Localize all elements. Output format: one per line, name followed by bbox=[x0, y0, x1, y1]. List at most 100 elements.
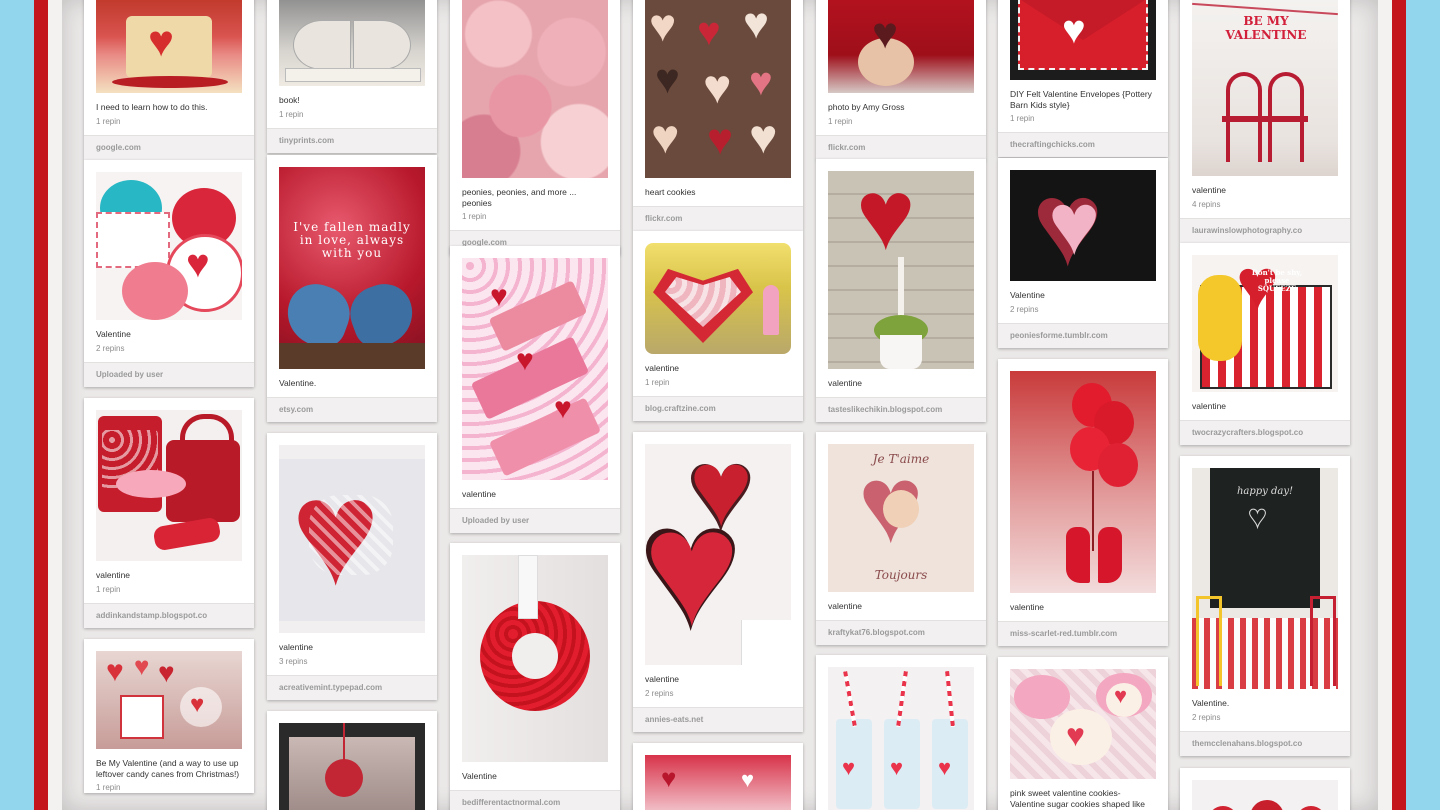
pin-description: photo by Amy Gross bbox=[828, 102, 905, 112]
pin-source-link[interactable]: laurawinslowphotography.co bbox=[1180, 217, 1350, 243]
pin-source-link[interactable]: peoniesforme.tumblr.com bbox=[998, 322, 1168, 348]
pin-description: book! bbox=[279, 95, 300, 105]
pin-source-link[interactable]: flickr.com bbox=[633, 205, 803, 231]
pin-description: Valentine bbox=[96, 329, 131, 339]
pin-description: pink sweet valentine cookies- Valentine … bbox=[1010, 788, 1145, 810]
pin-image[interactable]: ♥ Don't be shy, please SQUEEZE bbox=[1192, 255, 1338, 392]
pin-description: Valentine bbox=[1010, 290, 1045, 300]
pin-card[interactable]: peonies, peonies, and more ... peonies 1… bbox=[450, 0, 620, 255]
pin-description: valentine bbox=[1010, 602, 1045, 612]
pin-source-link[interactable]: tasteslikechikin.blogspot.com bbox=[816, 396, 986, 422]
pin-source-link[interactable]: tinyprints.com bbox=[267, 127, 437, 153]
pin-card[interactable]: ♥ ♥ ♥ ♥ Be My Valentine (and a way to us… bbox=[84, 639, 254, 793]
pin-repin-count: 2 repins bbox=[645, 688, 674, 698]
pin-image[interactable]: ♥ bbox=[96, 0, 242, 93]
pin-card[interactable]: ♥ ♥ ♥ valentine Uploaded by user bbox=[450, 246, 620, 533]
pin-image[interactable]: happy day! ♥ bbox=[1192, 468, 1338, 689]
pin-repin-count: 1 repin bbox=[96, 116, 121, 126]
pin-card[interactable]: ♥ ♥ ♥ bbox=[816, 655, 986, 810]
pin-source-link[interactable]: etsy.com bbox=[267, 396, 437, 422]
pin-image[interactable] bbox=[96, 410, 242, 561]
pin-image[interactable] bbox=[1192, 780, 1338, 810]
pin-image[interactable]: ♥ ♥ ♥ ♥ bbox=[645, 444, 791, 665]
pin-source-link[interactable]: Uploaded by user bbox=[450, 507, 620, 533]
pin-card[interactable]: ♥ ♥ ♥ ♥ valentine 2 repins annies-eats.n… bbox=[633, 432, 803, 732]
pin-description: valentine bbox=[279, 642, 314, 652]
card-text: Don't be shy, please SQUEEZE bbox=[1251, 268, 1303, 293]
pin-repin-count: 1 repin bbox=[96, 783, 121, 792]
pin-card[interactable]: I've fallen madly in love, always with y… bbox=[267, 155, 437, 422]
pin-source-link[interactable]: bedifferentactnormal.com bbox=[450, 789, 620, 810]
pin-description: Be My Valentine (and a way to use up lef… bbox=[96, 758, 240, 779]
pin-image[interactable]: ♥ bbox=[279, 445, 425, 633]
pin-image[interactable]: BE MY VALENTINE bbox=[1192, 0, 1338, 176]
pin-description: valentine bbox=[828, 601, 863, 611]
pin-image[interactable]: ♥ ♥ bbox=[645, 755, 791, 810]
pin-card[interactable]: ♥ photo by Amy Gross 1 repin flickr.com bbox=[816, 0, 986, 160]
pin-image[interactable] bbox=[279, 723, 425, 810]
pin-image[interactable]: ♥ bbox=[828, 171, 974, 369]
pin-card[interactable] bbox=[267, 711, 437, 810]
pin-image[interactable]: ♥ ♥ ♥ bbox=[828, 667, 974, 810]
pin-source-link[interactable]: twocrazycrafters.blogspot.co bbox=[1180, 419, 1350, 445]
pin-image[interactable]: I've fallen madly in love, always with y… bbox=[279, 167, 425, 369]
pin-source-link[interactable]: miss-scarlet-red.tumblr.com bbox=[998, 620, 1168, 646]
pin-description: heart cookies bbox=[645, 187, 696, 197]
pin-description: I need to learn how to do this. bbox=[96, 102, 208, 112]
painting-text: I've fallen madly in love, always with y… bbox=[293, 220, 411, 260]
pin-card[interactable]: ♥ ♥ Valentine 2 repins peoniesforme.tumb… bbox=[998, 158, 1168, 348]
pin-image[interactable] bbox=[279, 0, 425, 86]
banner-text: BE MY VALENTINE bbox=[1225, 14, 1307, 42]
pin-source-link[interactable]: addinkandstamp.blogspot.co bbox=[84, 602, 254, 628]
pin-description: valentine bbox=[462, 489, 497, 499]
pin-card[interactable]: ♥ ♥ pink sweet valentine cookies- Valent… bbox=[998, 657, 1168, 810]
pin-card[interactable]: valentine 1 repin addinkandstamp.blogspo… bbox=[84, 398, 254, 628]
pin-source-link[interactable]: blog.craftzine.com bbox=[633, 395, 803, 421]
pin-repin-count: 2 repins bbox=[96, 343, 125, 353]
pin-image[interactable]: ♥ ♥ ♥ ♥ ♥ ♥ ♥ ♥ ♥ bbox=[645, 0, 791, 178]
pin-image[interactable]: ♥ ♥ bbox=[1010, 170, 1156, 281]
pin-card[interactable]: ♥ valentine 3 repins acreativemint.typep… bbox=[267, 433, 437, 700]
pin-repin-count: 1 repin bbox=[1010, 114, 1035, 123]
pin-card[interactable] bbox=[1180, 768, 1350, 810]
pin-card[interactable]: ♥ I need to learn how to do this. 1 repi… bbox=[84, 0, 254, 160]
pin-repin-count: 1 repin bbox=[645, 377, 670, 387]
pin-card[interactable]: BE MY VALENTINE valentine 4 repins laura… bbox=[1180, 0, 1350, 243]
pin-image[interactable] bbox=[1010, 371, 1156, 593]
pin-card[interactable]: ♥ ♥ bbox=[633, 743, 803, 810]
pin-card[interactable]: ♥ Don't be shy, please SQUEEZE valentine… bbox=[1180, 243, 1350, 445]
pin-source-link[interactable]: thecraftingchicks.com bbox=[998, 132, 1168, 157]
pin-image[interactable] bbox=[645, 243, 791, 354]
chalkboard-text: happy day! bbox=[1236, 486, 1294, 497]
pin-card[interactable]: ♥ DIY Felt Valentine Envelopes {Pottery … bbox=[998, 0, 1168, 157]
pin-card[interactable]: Je T'aime ♥ Toujours valentine kraftykat… bbox=[816, 432, 986, 645]
pin-description: Valentine. bbox=[279, 378, 317, 388]
pin-repin-count: 1 repin bbox=[828, 116, 853, 126]
pin-image[interactable] bbox=[462, 0, 608, 178]
pin-image[interactable]: ♥ bbox=[1010, 0, 1156, 80]
pin-image[interactable]: ♥ ♥ ♥ ♥ bbox=[96, 651, 242, 749]
pin-image[interactable]: ♥ ♥ bbox=[1010, 669, 1156, 779]
pin-card[interactable]: valentine miss-scarlet-red.tumblr.com bbox=[998, 359, 1168, 646]
pin-image[interactable]: Je T'aime ♥ Toujours bbox=[828, 444, 974, 592]
pin-source-link[interactable]: flickr.com bbox=[816, 134, 986, 160]
pin-image[interactable]: ♥ bbox=[828, 0, 974, 93]
pin-card[interactable]: ♥ ♥ ♥ ♥ ♥ ♥ ♥ ♥ ♥ heart cookies flickr.c… bbox=[633, 0, 803, 231]
pin-image[interactable] bbox=[462, 555, 608, 762]
pin-source-link[interactable]: kraftykat76.blogspot.com bbox=[816, 619, 986, 645]
pin-source-link[interactable]: acreativemint.typepad.com bbox=[267, 674, 437, 700]
pin-source-link[interactable]: google.com bbox=[84, 134, 254, 160]
pin-card[interactable]: ♥ Valentine 2 repins Uploaded by user bbox=[84, 160, 254, 387]
pin-card[interactable]: book! 1 repin tinyprints.com bbox=[267, 0, 437, 153]
pin-source-link[interactable]: Uploaded by user bbox=[84, 361, 254, 387]
pin-image[interactable]: ♥ ♥ ♥ bbox=[462, 258, 608, 480]
pin-card[interactable]: ♥ valentine tasteslikechikin.blogspot.co… bbox=[816, 159, 986, 422]
pin-card[interactable]: valentine 1 repin blog.craftzine.com bbox=[633, 231, 803, 421]
left-frame-border bbox=[0, 0, 64, 810]
pin-source-link[interactable]: annies-eats.net bbox=[633, 706, 803, 732]
pin-card[interactable]: Valentine bedifferentactnormal.com bbox=[450, 543, 620, 810]
pin-card[interactable]: happy day! ♥ Valentine. 2 repins themccl… bbox=[1180, 456, 1350, 756]
pin-image[interactable]: ♥ bbox=[96, 172, 242, 320]
pin-description: Valentine. bbox=[1192, 698, 1230, 708]
pin-source-link[interactable]: themcclenahans.blogspot.co bbox=[1180, 730, 1350, 756]
